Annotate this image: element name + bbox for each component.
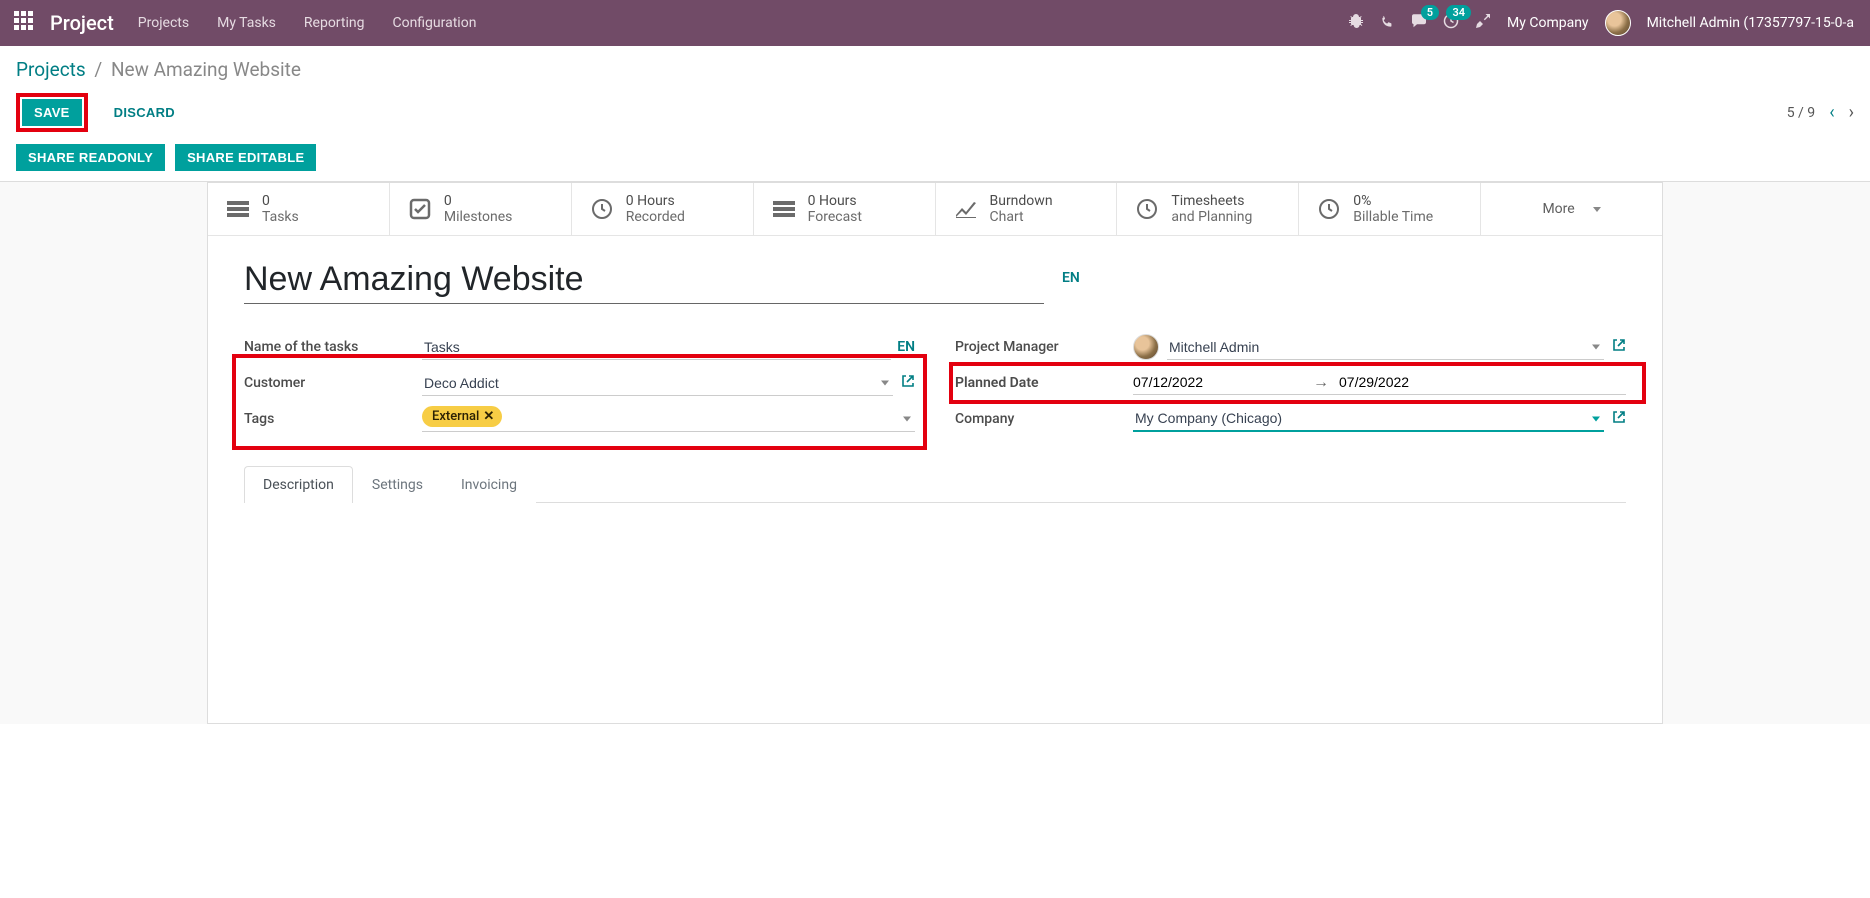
tools-icon[interactable] bbox=[1475, 13, 1491, 33]
company-switcher[interactable]: My Company bbox=[1507, 15, 1589, 31]
stat-milestones[interactable]: 0Milestones bbox=[390, 183, 572, 235]
tabs: Description Settings Invoicing bbox=[244, 466, 1626, 503]
chart-icon bbox=[954, 197, 978, 221]
external-link-icon[interactable] bbox=[901, 374, 915, 392]
external-link-icon[interactable] bbox=[1612, 338, 1626, 356]
stat-burndown[interactable]: BurndownChart bbox=[936, 183, 1118, 235]
nav-projects[interactable]: Projects bbox=[138, 15, 189, 31]
control-bar: Projects / New Amazing Website Save Disc… bbox=[0, 46, 1870, 136]
clock-icon bbox=[1135, 197, 1159, 221]
messages-badge: 5 bbox=[1421, 5, 1439, 20]
apps-icon[interactable] bbox=[14, 11, 38, 35]
breadcrumb: Projects / New Amazing Website bbox=[16, 58, 1854, 81]
tasks-name-input[interactable] bbox=[422, 335, 891, 360]
tasks-icon bbox=[772, 197, 796, 221]
tags-label: Tags bbox=[244, 411, 422, 427]
lang-button[interactable]: EN bbox=[1062, 270, 1080, 286]
save-button[interactable]: Save bbox=[22, 99, 82, 126]
lang-button[interactable]: EN bbox=[897, 339, 915, 355]
customer-label: Customer bbox=[244, 375, 422, 391]
activities-badge: 34 bbox=[1446, 5, 1471, 20]
check-icon bbox=[408, 197, 432, 221]
stat-timesheets[interactable]: Timesheetsand Planning bbox=[1117, 183, 1299, 235]
customer-input[interactable] bbox=[422, 371, 893, 396]
share-readonly-button[interactable]: Share Readonly bbox=[16, 144, 165, 171]
top-navbar: Project Projects My Tasks Reporting Conf… bbox=[0, 0, 1870, 46]
chevron-down-icon bbox=[903, 416, 911, 421]
stat-more[interactable]: More bbox=[1481, 183, 1662, 235]
pager-text[interactable]: 5 / 9 bbox=[1787, 105, 1815, 121]
planned-date-label: Planned Date bbox=[955, 375, 1133, 391]
nav-menu: Projects My Tasks Reporting Configuratio… bbox=[138, 15, 477, 31]
nav-mytasks[interactable]: My Tasks bbox=[217, 15, 276, 31]
stat-tasks[interactable]: 0Tasks bbox=[208, 183, 390, 235]
discard-button[interactable]: Discard bbox=[102, 99, 187, 126]
nav-right: 5 34 My Company Mitchell Admin (17357797… bbox=[1348, 10, 1854, 36]
app-brand[interactable]: Project bbox=[50, 11, 114, 35]
phone-icon[interactable] bbox=[1380, 14, 1395, 33]
clock-icon bbox=[1317, 197, 1341, 221]
avatar[interactable] bbox=[1605, 10, 1631, 36]
date-start-input[interactable] bbox=[1133, 374, 1303, 390]
tasks-icon bbox=[226, 197, 250, 221]
company-label: Company bbox=[955, 411, 1133, 427]
pm-label: Project Manager bbox=[955, 339, 1133, 355]
breadcrumb-root[interactable]: Projects bbox=[16, 58, 86, 81]
tag-chip[interactable]: External ✕ bbox=[422, 406, 502, 427]
tab-description[interactable]: Description bbox=[244, 466, 353, 503]
nav-reporting[interactable]: Reporting bbox=[304, 15, 365, 31]
pm-input[interactable] bbox=[1167, 335, 1604, 360]
stat-recorded[interactable]: 0 HoursRecorded bbox=[572, 183, 754, 235]
chevron-down-icon bbox=[1593, 207, 1601, 212]
arrow-right-icon: → bbox=[1313, 372, 1329, 392]
tab-content[interactable] bbox=[244, 503, 1626, 683]
user-menu[interactable]: Mitchell Admin (17357797-15-0-a bbox=[1647, 15, 1854, 31]
tab-settings[interactable]: Settings bbox=[353, 466, 442, 503]
project-name-input[interactable] bbox=[244, 260, 1044, 304]
breadcrumb-current: New Amazing Website bbox=[111, 58, 301, 81]
pager-prev-icon[interactable]: ‹ bbox=[1829, 102, 1834, 123]
clock-icon bbox=[590, 197, 614, 221]
pager-next-icon[interactable]: › bbox=[1849, 102, 1854, 123]
stat-billable[interactable]: 0%Billable Time bbox=[1299, 183, 1481, 235]
share-bar: Share Readonly Share Editable bbox=[0, 136, 1870, 182]
external-link-icon[interactable] bbox=[1612, 410, 1626, 428]
activities-icon[interactable]: 34 bbox=[1443, 13, 1459, 33]
bug-icon[interactable] bbox=[1348, 13, 1364, 33]
tasks-label: Name of the tasks bbox=[244, 339, 422, 355]
share-editable-button[interactable]: Share Editable bbox=[175, 144, 316, 171]
save-highlight-box: Save bbox=[16, 93, 88, 132]
stat-bar: 0Tasks 0Milestones 0 HoursRecorded 0 Hou… bbox=[208, 183, 1662, 236]
messages-icon[interactable]: 5 bbox=[1411, 13, 1427, 33]
nav-configuration[interactable]: Configuration bbox=[392, 15, 476, 31]
company-input[interactable] bbox=[1133, 406, 1604, 432]
tab-invoicing[interactable]: Invoicing bbox=[442, 466, 536, 503]
date-end-input[interactable] bbox=[1339, 374, 1509, 390]
remove-tag-icon[interactable]: ✕ bbox=[483, 409, 494, 424]
avatar bbox=[1133, 334, 1159, 360]
stat-forecast[interactable]: 0 HoursForecast bbox=[754, 183, 936, 235]
form-sheet: 0Tasks 0Milestones 0 HoursRecorded 0 Hou… bbox=[207, 182, 1663, 724]
